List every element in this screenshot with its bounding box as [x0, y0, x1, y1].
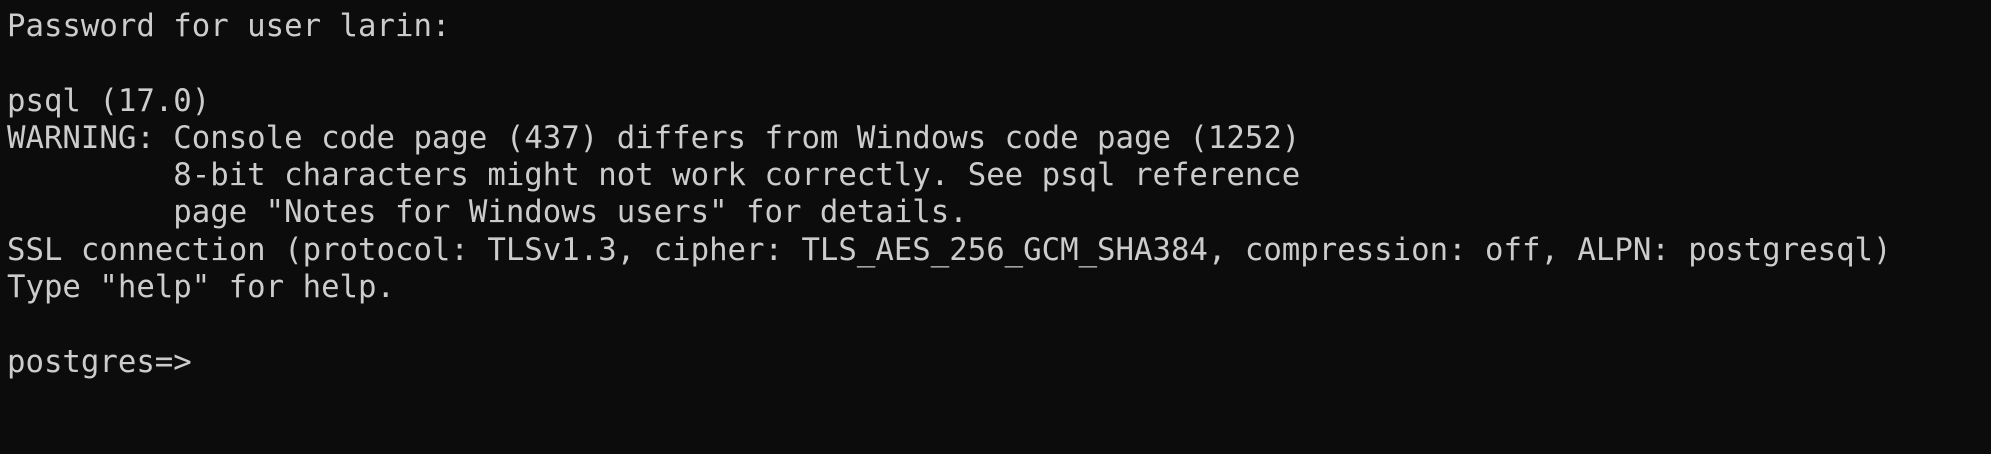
ssl-connection-line: SSL connection (protocol: TLSv1.3, ciphe…: [7, 232, 1892, 268]
warning-continuation-line: page "Notes for Windows users" for detai…: [7, 195, 968, 231]
terminal-window[interactable]: Password for user larin: psql (17.0) WAR…: [0, 0, 1991, 454]
warning-continuation-line: 8-bit characters might not work correctl…: [7, 158, 1301, 194]
psql-prompt: postgres=>: [7, 344, 192, 380]
warning-line: WARNING: Console code page (437) differs…: [7, 120, 1301, 156]
password-prompt-line: Password for user larin:: [7, 9, 451, 44]
help-hint-line: Type "help" for help.: [7, 270, 395, 306]
psql-version-line: psql (17.0): [7, 83, 211, 119]
command-prompt-row[interactable]: postgres=>: [7, 344, 1991, 381]
